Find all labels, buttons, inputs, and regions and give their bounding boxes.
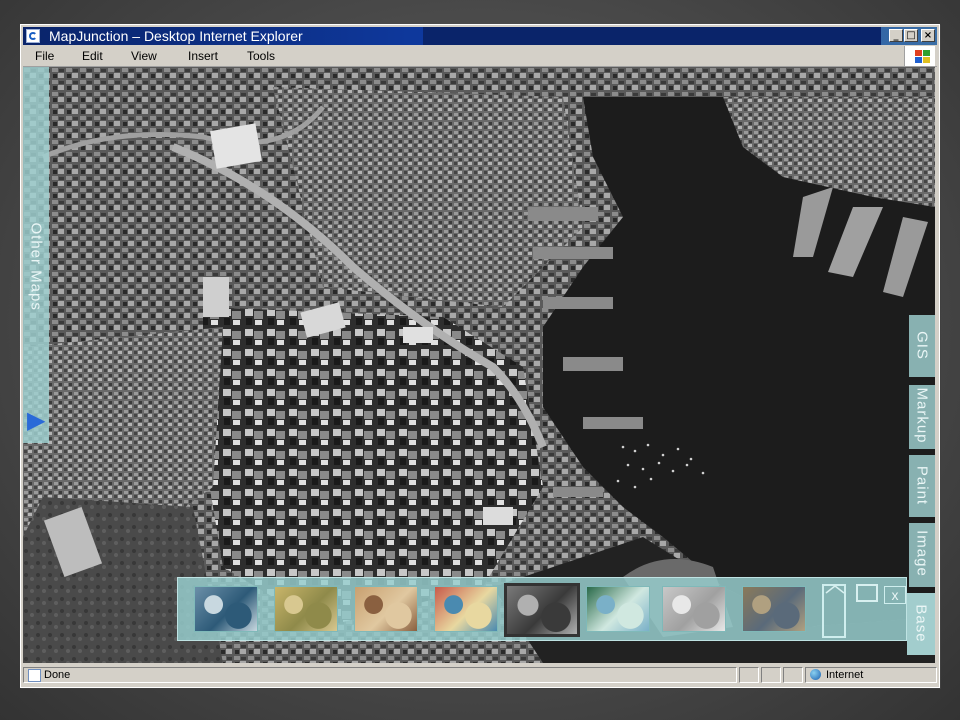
maximize-button[interactable]: □ (904, 29, 918, 42)
tab-image[interactable]: Image (909, 523, 935, 587)
window-title: MapJunction – Desktop Internet Explorer (49, 28, 303, 44)
minimize-button[interactable]: _ (889, 29, 903, 42)
status-main: Done (23, 667, 737, 683)
tab-paint[interactable]: Paint (909, 455, 935, 517)
status-cell-3 (783, 667, 803, 683)
menu-file[interactable]: File (35, 46, 54, 66)
tab-base[interactable]: Base (907, 593, 935, 655)
close-window-button[interactable]: × (921, 29, 935, 42)
title-bar-fill (423, 27, 881, 45)
zone-text: Internet (826, 669, 864, 681)
thumbnail-historic-sepia[interactable] (354, 586, 418, 632)
thumbnail-street-map-red[interactable] (434, 586, 498, 632)
other-maps-panel[interactable]: Other Maps ▶ (23, 67, 49, 443)
tab-image-label: Image (913, 530, 931, 577)
tab-paint-label: Paint (913, 465, 931, 506)
tab-markup-label: Markup (913, 387, 931, 444)
thumbnail-green-topo[interactable] (586, 586, 650, 632)
tab-gis[interactable]: GIS (909, 315, 935, 377)
status-cell-1 (739, 667, 759, 683)
map-view[interactable] (23, 67, 935, 663)
menu-tools[interactable]: Tools (247, 46, 275, 66)
globe-icon (810, 669, 821, 680)
menu-edit[interactable]: Edit (82, 46, 103, 66)
tab-markup[interactable]: Markup (909, 385, 935, 449)
base-map-thumbnail-strip: x (177, 577, 907, 641)
title-bar[interactable]: MapJunction – Desktop Internet Explorer … (23, 27, 937, 45)
status-cell-2 (761, 667, 781, 683)
up-arrow-icon (825, 585, 845, 594)
aerial-map-image (23, 67, 935, 663)
thumbnail-light-gray[interactable] (662, 586, 726, 632)
browser-window: MapJunction – Desktop Internet Explorer … (20, 24, 940, 688)
menu-view[interactable]: View (131, 46, 157, 66)
thumbnail-historic-yellow[interactable] (274, 586, 338, 632)
page-icon (28, 669, 41, 682)
status-bar: Done Internet (23, 665, 937, 685)
menu-bar: File Edit View Insert Tools (23, 46, 937, 67)
window-toggle-icon[interactable] (856, 584, 878, 602)
tab-gis-label: GIS (913, 331, 931, 360)
close-thumbnails-button[interactable]: x (884, 586, 906, 604)
status-zone: Internet (805, 667, 937, 683)
thumbnail-aerial-sepia[interactable] (742, 586, 806, 632)
ie-icon (26, 29, 40, 43)
thumbnail-grayscale-aerial[interactable] (504, 583, 580, 637)
other-maps-label: Other Maps (27, 222, 45, 311)
thumbnail-satellite-color[interactable] (194, 586, 258, 632)
expand-arrow-icon[interactable]: ▶ (27, 409, 46, 433)
menu-insert[interactable]: Insert (188, 46, 218, 66)
tab-base-label: Base (912, 604, 930, 643)
status-text: Done (44, 669, 71, 681)
windows-logo-icon (904, 46, 935, 66)
